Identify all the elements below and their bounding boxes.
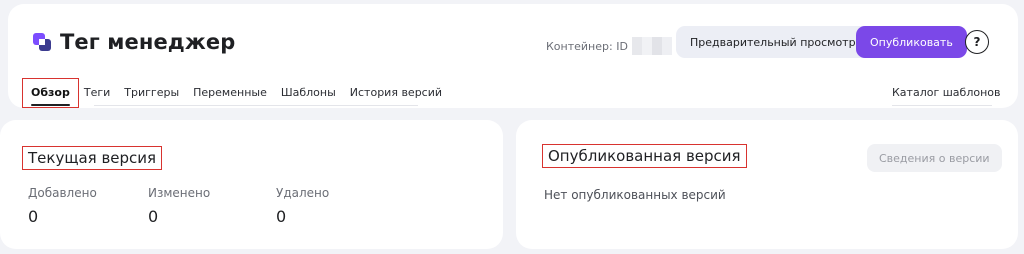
tab-tags[interactable]: Теги	[77, 80, 117, 106]
nav-tabs: Обзор Теги Триггеры Переменные Шаблоны И…	[22, 78, 449, 108]
app-title: Тег менеджер	[60, 30, 236, 54]
container-label-text: Контейнер: ID	[546, 39, 628, 53]
stat-changed: Изменено 0	[148, 186, 276, 226]
stat-changed-value: 0	[148, 207, 159, 226]
tab-templates[interactable]: Шаблоны	[274, 80, 343, 106]
stat-changed-label: Изменено	[148, 186, 211, 200]
stat-deleted: Удалено 0	[276, 186, 376, 226]
current-version-title: Текущая версия	[22, 146, 163, 170]
tag-manager-logo-icon	[33, 33, 51, 51]
tab-triggers[interactable]: Триггеры	[117, 80, 186, 106]
tab-variables[interactable]: Переменные	[186, 80, 274, 106]
stat-deleted-value: 0	[276, 207, 287, 226]
header-card: Тег менеджер Контейнер: ID Предварительн…	[8, 4, 1018, 108]
brand[interactable]: Тег менеджер	[33, 30, 235, 54]
template-catalog-link[interactable]: Каталог шаблонов	[892, 86, 1001, 99]
stat-added-value: 0	[28, 207, 39, 226]
publish-button[interactable]: Опубликовать	[856, 26, 967, 58]
published-version-title: Опубликованная версия	[542, 144, 747, 168]
tab-version-history[interactable]: История версий	[343, 80, 449, 106]
tab-overview[interactable]: Обзор	[22, 78, 79, 108]
preview-button[interactable]: Предварительный просмотр	[676, 26, 870, 58]
tabs-divider	[94, 105, 418, 106]
version-info-button[interactable]: Сведения о версии	[867, 144, 1002, 172]
catalog-divider	[892, 105, 992, 106]
container-id-redacted	[631, 37, 672, 55]
version-stats: Добавлено 0 Изменено 0 Удалено 0	[28, 186, 376, 226]
stat-added-label: Добавлено	[28, 186, 97, 200]
stat-added: Добавлено 0	[28, 186, 148, 226]
container-id-label: Контейнер: ID	[546, 37, 672, 55]
no-published-versions-text: Нет опубликованных версий	[544, 188, 726, 202]
stat-deleted-label: Удалено	[276, 186, 330, 200]
help-icon[interactable]: ?	[965, 30, 989, 54]
published-version-card: Опубликованная версия Сведения о версии …	[516, 120, 1018, 249]
current-version-card: Текущая версия Добавлено 0 Изменено 0 Уд…	[0, 120, 503, 249]
